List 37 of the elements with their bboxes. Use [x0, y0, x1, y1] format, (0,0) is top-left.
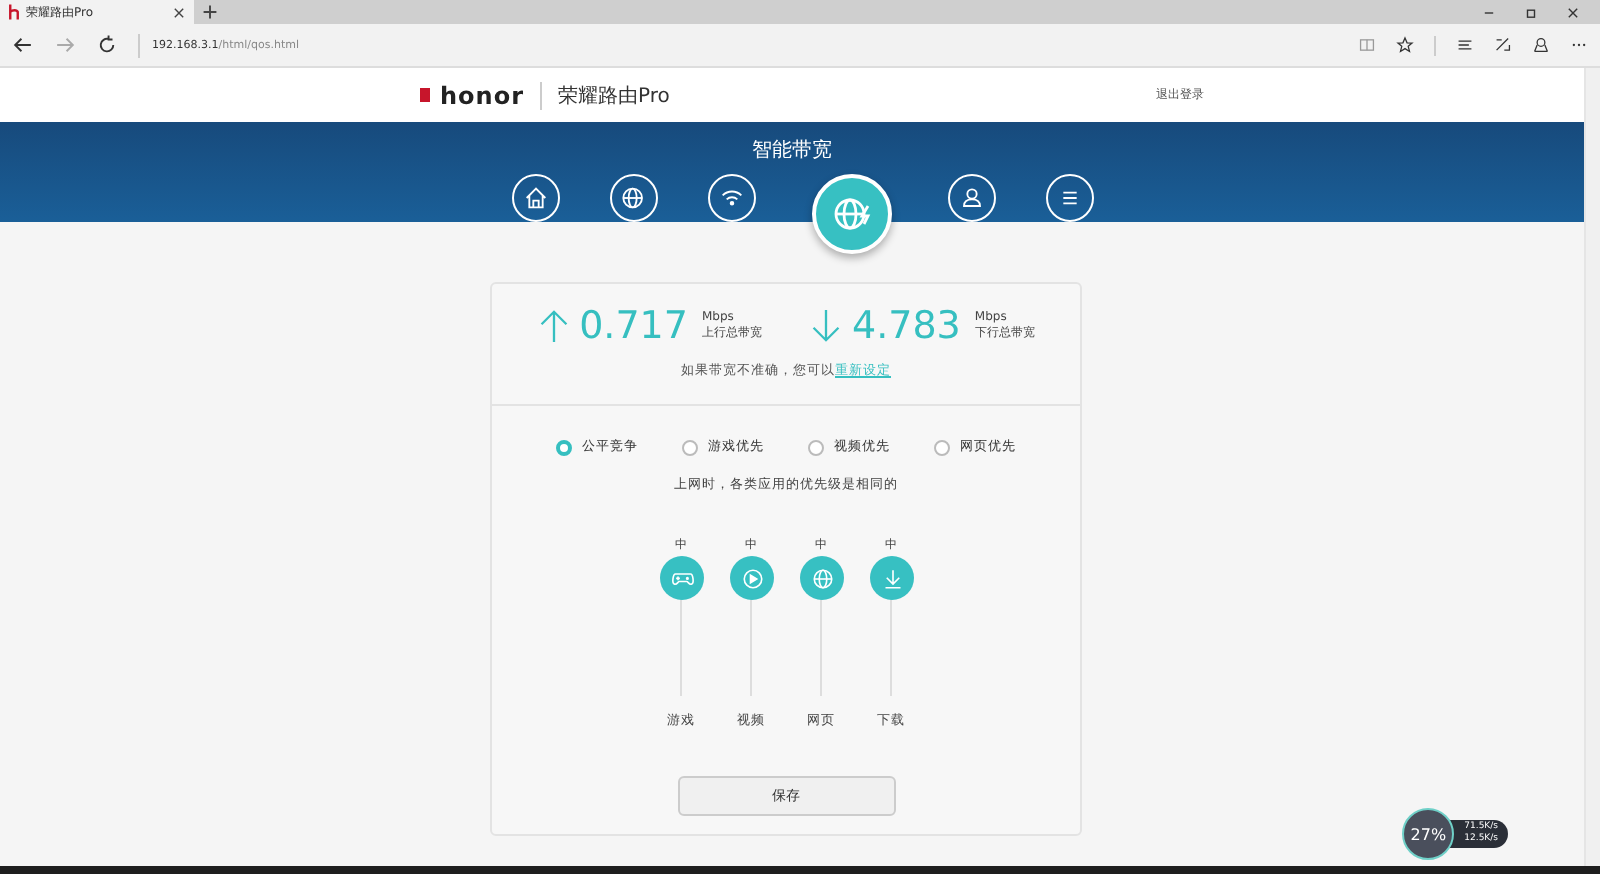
product-name: 荣耀路由Pro [558, 83, 670, 109]
bandwidth-nav-button[interactable] [811, 174, 891, 254]
refresh-icon[interactable] [96, 34, 118, 56]
globe-nav-button[interactable] [609, 174, 657, 222]
rate-value: 0.717 [579, 304, 688, 348]
user-nav-button[interactable] [947, 174, 995, 222]
close-icon[interactable] [1566, 5, 1580, 19]
new-tab-icon[interactable] [202, 4, 218, 20]
menu-nav-button[interactable] [1045, 174, 1093, 222]
radio-button[interactable] [934, 439, 950, 455]
slider-thumb[interactable] [730, 556, 774, 600]
back-icon[interactable] [12, 34, 34, 56]
hub-icon[interactable] [1456, 36, 1474, 54]
slider-thumb[interactable] [660, 556, 704, 600]
scrollbar[interactable] [1584, 68, 1600, 866]
star-icon[interactable] [1396, 36, 1414, 54]
up-arrow-icon [537, 308, 570, 344]
page-title: 智能带宽 [752, 137, 832, 164]
share-icon[interactable] [1532, 36, 1550, 54]
rate-value: 4.783 [852, 304, 961, 348]
logo-icon [420, 88, 430, 102]
slider-thumb[interactable] [870, 556, 914, 600]
note-icon[interactable] [1494, 36, 1512, 54]
radio-button[interactable] [556, 439, 572, 455]
reading-view-icon[interactable] [1358, 36, 1376, 54]
restore-icon[interactable] [1524, 5, 1538, 19]
radio-button[interactable] [808, 439, 824, 455]
home-nav-button[interactable] [511, 174, 559, 222]
cpu-gauge: 27% [1402, 808, 1455, 860]
brand-logo: honor [440, 81, 524, 109]
favicon-icon [8, 4, 20, 20]
wifi-nav-button[interactable] [707, 174, 755, 222]
radio-button[interactable] [682, 439, 698, 455]
down-arrow-icon [810, 308, 842, 344]
slider-thumb[interactable] [800, 556, 844, 600]
close-icon[interactable] [172, 5, 186, 19]
globe-icon [617, 182, 649, 214]
